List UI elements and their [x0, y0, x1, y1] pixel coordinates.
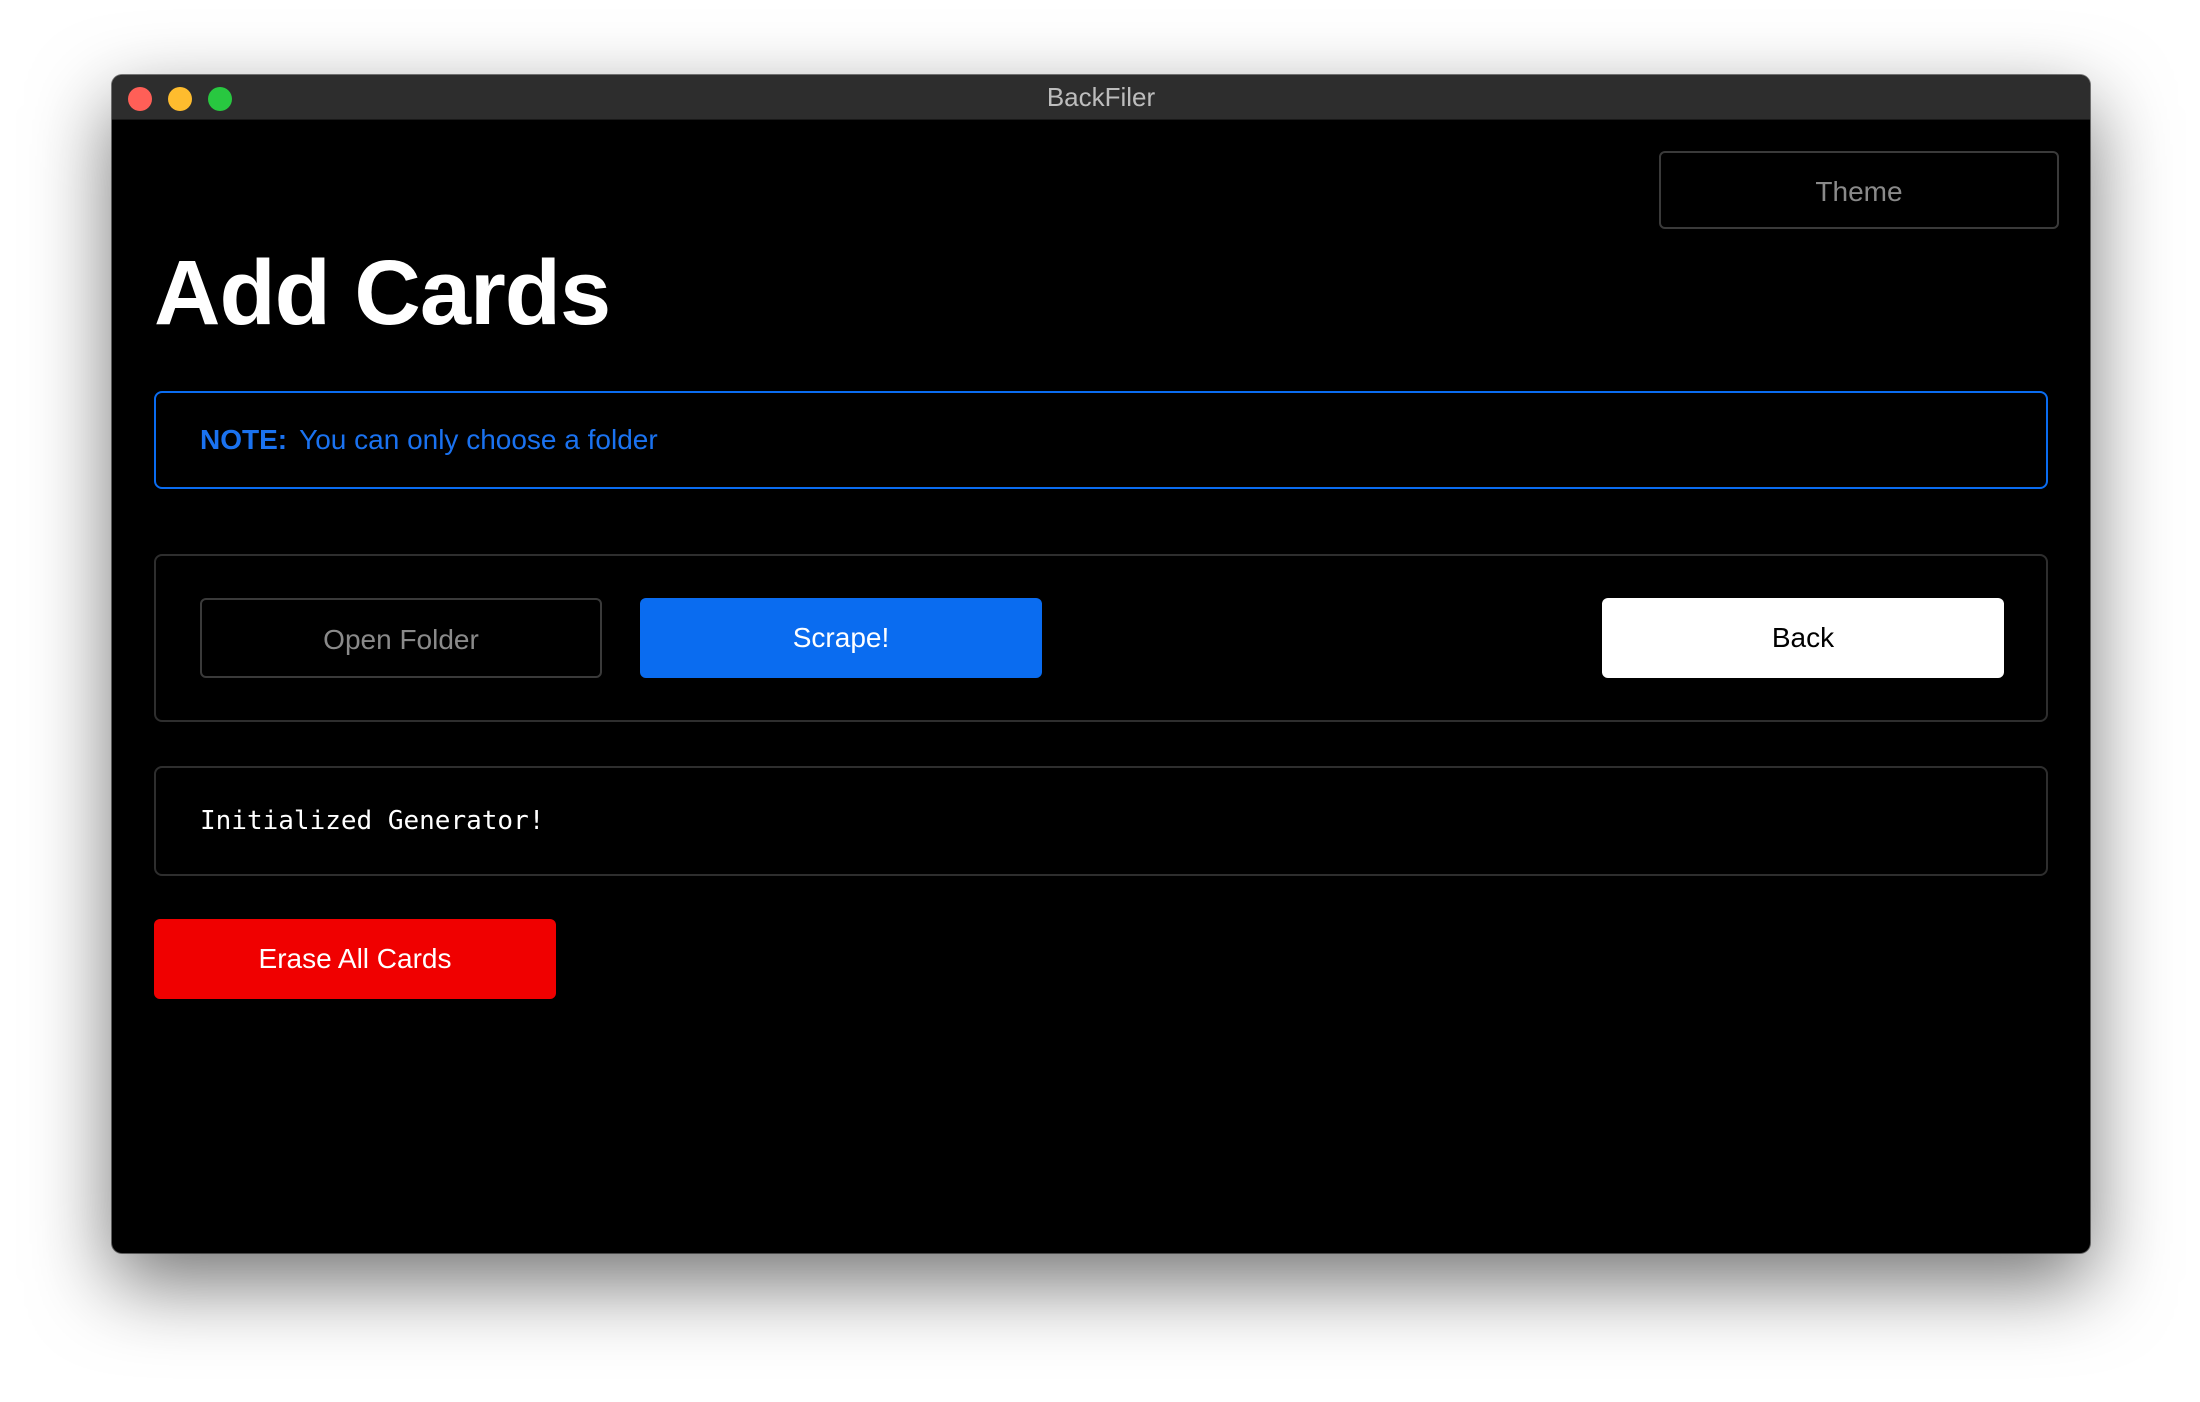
note-banner: NOTE: You can only choose a folder — [154, 391, 2048, 489]
open-folder-button[interactable]: Open Folder — [200, 598, 602, 678]
status-log: Initialized Generator! — [154, 766, 2048, 876]
theme-button[interactable]: Theme — [1659, 151, 2059, 229]
page-title: Add Cards — [154, 242, 611, 344]
main-content: Theme Add Cards NOTE: You can only choos… — [112, 119, 2090, 1253]
status-log-text: Initialized Generator! — [200, 806, 545, 836]
actions-panel: Open Folder Scrape! Back — [154, 554, 2048, 722]
back-button[interactable]: Back — [1602, 598, 2004, 678]
window-title: BackFiler — [1046, 82, 1156, 112]
title-bar[interactable]: BackFiler — [112, 75, 2090, 120]
note-text: You can only choose a folder — [299, 424, 658, 455]
scrape-button[interactable]: Scrape! — [640, 598, 1042, 678]
app-window: BackFiler Theme Add Cards NOTE: You can … — [112, 75, 2090, 1253]
erase-all-cards-button[interactable]: Erase All Cards — [154, 919, 556, 999]
note-label: NOTE: — [200, 424, 288, 455]
